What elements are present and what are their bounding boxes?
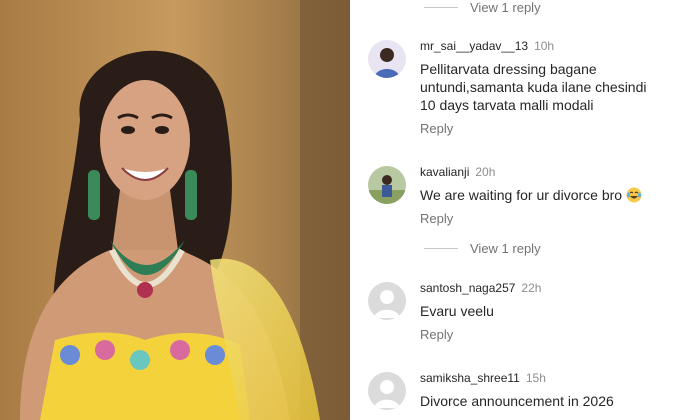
woman-portrait-image	[0, 0, 350, 420]
reply-button[interactable]: Reply	[420, 211, 453, 226]
comment-text: Pellitarvata dressing bagane untundi,sam…	[420, 60, 690, 114]
view-replies-link[interactable]: View 1 reply	[424, 0, 541, 15]
comment-text: Divorce announcement in 2026	[420, 393, 614, 409]
comment-item: samiksha_shree11 15h Divorce announcement…	[354, 368, 700, 420]
comment-meta: samiksha_shree11 15h	[420, 371, 546, 385]
default-avatar-icon	[368, 372, 406, 410]
username[interactable]: mr_sai__yadav__13	[420, 39, 528, 53]
username[interactable]: kavalianji	[420, 165, 469, 179]
laughing-crying-emoji-icon	[626, 187, 642, 203]
comment-text-line: untundi,samanta kuda ilane chesindi	[420, 79, 647, 95]
view-replies-link[interactable]: View 1 reply	[424, 241, 541, 256]
comment-item: kavalianji 20h We are waiting for ur divo…	[354, 162, 700, 232]
comments-panel: View 1 reply mr_sai__yadav__13 10h Pellit…	[354, 0, 700, 420]
profile-photo-icon	[368, 40, 406, 78]
comment-text: Evaru veelu	[420, 303, 494, 319]
view-replies-label: View 1 reply	[470, 241, 541, 256]
comment-meta: santosh_naga257 22h	[420, 281, 541, 295]
avatar[interactable]	[368, 40, 406, 78]
username[interactable]: santosh_naga257	[420, 281, 515, 295]
comment-text-line: 10 days tarvata malli modali	[420, 97, 594, 113]
avatar[interactable]	[368, 372, 406, 410]
post-photo	[0, 0, 350, 420]
view-replies-label: View 1 reply	[470, 0, 541, 15]
reply-button[interactable]: Reply	[420, 121, 453, 136]
default-avatar-icon	[368, 282, 406, 320]
comment-text-content: We are waiting for ur divorce bro	[420, 187, 623, 203]
comment-meta: mr_sai__yadav__13 10h	[420, 39, 554, 53]
profile-photo-icon	[368, 166, 406, 204]
username[interactable]: samiksha_shree11	[420, 371, 520, 385]
comment-meta: kavalianji 20h	[420, 165, 495, 179]
reply-button[interactable]: Reply	[420, 327, 453, 342]
timestamp: 15h	[525, 371, 546, 385]
comment-text-line: Pellitarvata dressing bagane	[420, 61, 597, 77]
avatar[interactable]	[368, 282, 406, 320]
timestamp: 22h	[521, 281, 542, 295]
comment-item: mr_sai__yadav__13 10h Pellitarvata dressi…	[354, 36, 700, 136]
reply-thread-line	[424, 248, 458, 249]
comment-text: We are waiting for ur divorce bro	[420, 186, 690, 204]
timestamp: 10h	[534, 39, 555, 53]
avatar[interactable]	[368, 166, 406, 204]
timestamp: 20h	[475, 165, 496, 179]
comment-item: santosh_naga257 22h Evaru veelu Reply	[354, 278, 700, 348]
reply-thread-line	[424, 7, 458, 8]
